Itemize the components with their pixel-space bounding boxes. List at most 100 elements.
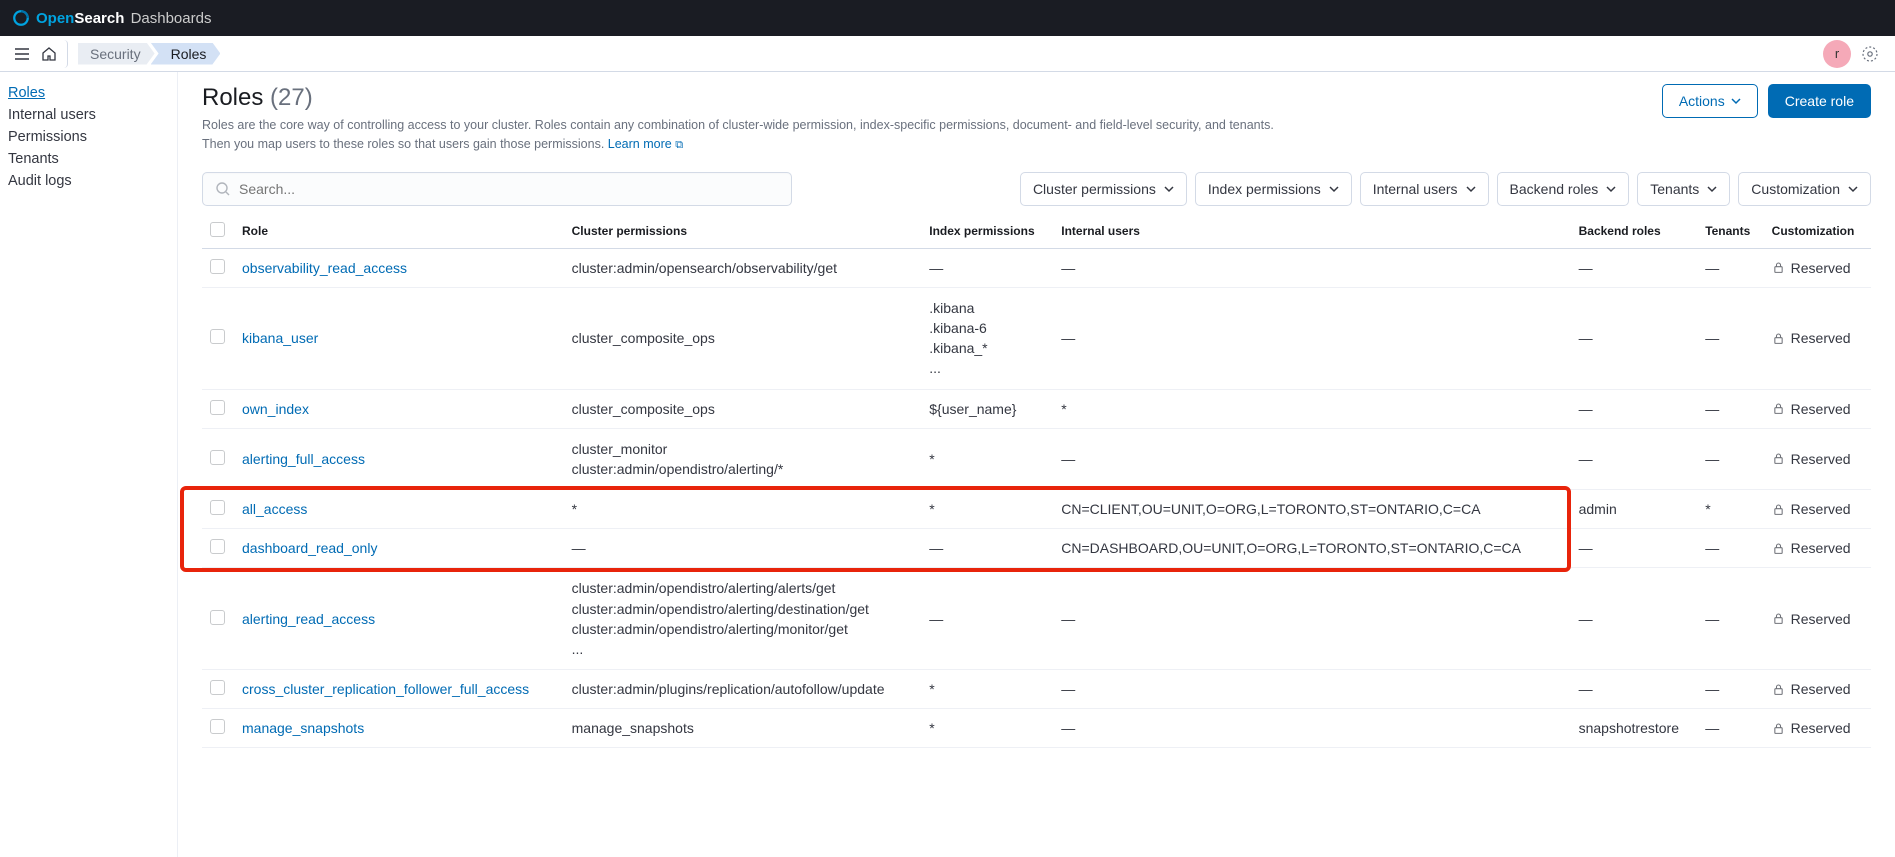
sidebar-item-tenants[interactable]: Tenants [8, 148, 169, 170]
sidebar-item-permissions[interactable]: Permissions [8, 126, 169, 148]
cell-customization: Reserved [1764, 529, 1871, 568]
select-all-checkbox[interactable] [210, 222, 225, 237]
breadcrumb-roles[interactable]: Roles [151, 43, 221, 65]
avatar[interactable]: r [1823, 40, 1851, 68]
cell-index: — [921, 568, 1053, 670]
cell-internal: — [1053, 709, 1570, 748]
role-link[interactable]: dashboard_read_only [242, 540, 377, 556]
learn-more-link[interactable]: Learn more ⧉ [608, 137, 683, 151]
cell-cluster: manage_snapshots [564, 709, 922, 748]
row-checkbox[interactable] [210, 719, 225, 734]
top-header: OpenSearch Dashboards [0, 0, 1895, 36]
search-input[interactable] [239, 181, 779, 197]
lock-icon [1772, 612, 1785, 625]
chevron-down-icon [1848, 184, 1858, 194]
cell-customization: Reserved [1764, 670, 1871, 709]
col-role[interactable]: Role [234, 214, 564, 249]
search-icon [215, 181, 231, 197]
role-link[interactable]: manage_snapshots [242, 720, 364, 736]
filter-cluster[interactable]: Cluster permissions [1020, 172, 1187, 206]
sidebar-item-audit-logs[interactable]: Audit logs [8, 170, 169, 192]
chevron-down-icon [1466, 184, 1476, 194]
row-checkbox[interactable] [210, 680, 225, 695]
col-internal[interactable]: Internal users [1053, 214, 1570, 249]
chevron-down-icon [1707, 184, 1717, 194]
search-box[interactable] [202, 172, 792, 206]
cell-cluster: cluster:admin/opensearch/observability/g… [564, 248, 922, 287]
table-row: own_indexcluster_composite_ops${user_nam… [202, 389, 1871, 428]
role-link[interactable]: alerting_full_access [242, 451, 365, 467]
col-backend[interactable]: Backend roles [1571, 214, 1698, 249]
cell-customization: Reserved [1764, 709, 1871, 748]
lock-icon [1772, 722, 1785, 735]
cell-backend: admin [1571, 490, 1698, 529]
help-icon[interactable] [1861, 45, 1879, 63]
col-index[interactable]: Index permissions [921, 214, 1053, 249]
role-link[interactable]: observability_read_access [242, 260, 407, 276]
table-row: manage_snapshotsmanage_snapshots*—snapsh… [202, 709, 1871, 748]
brand-logo[interactable]: OpenSearch Dashboards [12, 9, 211, 27]
cell-tenants: — [1697, 389, 1763, 428]
lock-icon [1772, 402, 1785, 415]
logo-search: Search [74, 10, 124, 27]
cell-index: * [921, 428, 1053, 490]
row-checkbox[interactable] [210, 610, 225, 625]
col-cluster[interactable]: Cluster permissions [564, 214, 922, 249]
logo-open: Open [36, 10, 74, 27]
learn-more-text: Learn more [608, 137, 672, 151]
chevron-down-icon [1606, 184, 1616, 194]
role-link[interactable]: cross_cluster_replication_follower_full_… [242, 681, 529, 697]
filter-internal[interactable]: Internal users [1360, 172, 1489, 206]
hamburger-menu-button[interactable] [8, 40, 36, 68]
filter-tenants[interactable]: Tenants [1637, 172, 1730, 206]
home-button[interactable] [40, 40, 68, 68]
cell-internal: CN=CLIENT,OU=UNIT,O=ORG,L=TORONTO,ST=ONT… [1053, 490, 1570, 529]
cell-backend: — [1571, 248, 1698, 287]
reserved-label: Reserved [1791, 720, 1851, 736]
row-checkbox[interactable] [210, 329, 225, 344]
create-role-button[interactable]: Create role [1768, 84, 1871, 118]
cell-tenants: * [1697, 490, 1763, 529]
role-link[interactable]: alerting_read_access [242, 611, 375, 627]
home-icon [41, 46, 57, 62]
cell-cluster: cluster_monitor cluster:admin/opendistro… [564, 428, 922, 490]
cell-customization: Reserved [1764, 248, 1871, 287]
cell-backend: — [1571, 529, 1698, 568]
row-checkbox[interactable] [210, 500, 225, 515]
reserved-label: Reserved [1791, 260, 1851, 276]
chevron-down-icon [1329, 184, 1339, 194]
row-checkbox[interactable] [210, 539, 225, 554]
role-link[interactable]: own_index [242, 401, 309, 417]
cell-index: * [921, 709, 1053, 748]
row-checkbox[interactable] [210, 400, 225, 415]
filter-backend[interactable]: Backend roles [1497, 172, 1630, 206]
role-link[interactable]: kibana_user [242, 330, 318, 346]
cell-index: .kibana .kibana-6 .kibana_* ... [921, 287, 1053, 389]
cell-tenants: — [1697, 248, 1763, 287]
role-link[interactable]: all_access [242, 501, 307, 517]
col-tenants[interactable]: Tenants [1697, 214, 1763, 249]
cell-internal: — [1053, 287, 1570, 389]
sidebar-item-internal-users[interactable]: Internal users [8, 104, 169, 126]
breadcrumb-security[interactable]: Security [78, 43, 155, 65]
table-row: alerting_read_accesscluster:admin/opendi… [202, 568, 1871, 670]
filter-label: Cluster permissions [1033, 181, 1156, 197]
cell-backend: — [1571, 389, 1698, 428]
opensearch-icon [12, 9, 30, 27]
cell-internal: — [1053, 248, 1570, 287]
lock-icon [1772, 503, 1785, 516]
filter-index[interactable]: Index permissions [1195, 172, 1352, 206]
cell-cluster: cluster:admin/plugins/replication/autofo… [564, 670, 922, 709]
row-checkbox[interactable] [210, 259, 225, 274]
sidebar-item-roles[interactable]: Roles [8, 82, 169, 104]
row-checkbox[interactable] [210, 450, 225, 465]
chevron-down-icon [1731, 96, 1741, 106]
sub-nav: Security Roles r [0, 36, 1895, 72]
main-content: Roles (27) Roles are the core way of con… [178, 72, 1895, 857]
lock-icon [1772, 332, 1785, 345]
actions-button[interactable]: Actions [1662, 84, 1758, 118]
cell-customization: Reserved [1764, 490, 1871, 529]
col-custom[interactable]: Customization [1764, 214, 1871, 249]
chevron-down-icon [1164, 184, 1174, 194]
filter-custom[interactable]: Customization [1738, 172, 1871, 206]
